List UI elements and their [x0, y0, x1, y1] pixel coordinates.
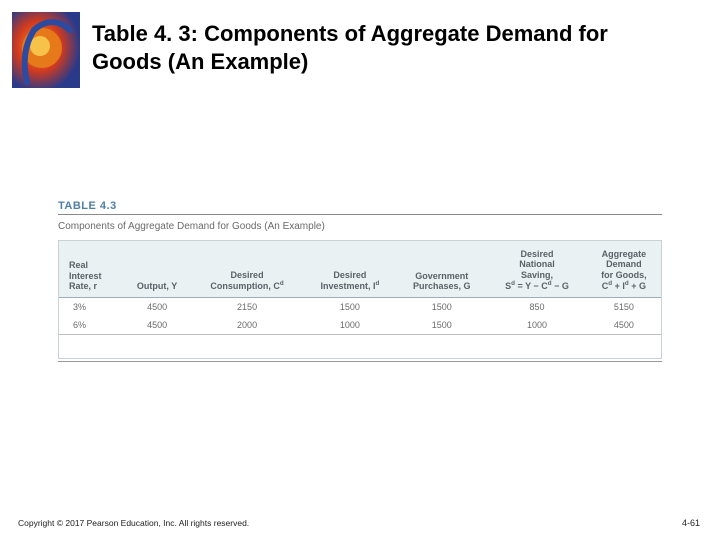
col-header-saving: DesiredNationalSaving,Sd = Y − Cd − G: [487, 247, 586, 298]
table-row: 6% 4500 2000 1000 1500 1000 4500: [59, 316, 661, 334]
cell: 2000: [191, 316, 304, 334]
cell: 2150: [191, 298, 304, 317]
data-table: RealInterestRate, r Output, Y DesiredCon…: [59, 247, 661, 334]
col-header-aggdemand: AggregateDemandfor Goods,Cd + Id + G: [587, 247, 661, 298]
cell: 4500: [587, 316, 661, 334]
slide-title: Table 4. 3: Components of Aggregate Dema…: [92, 20, 680, 75]
table-row: 3% 4500 2150 1500 1500 850 5150: [59, 298, 661, 317]
cell: 4500: [124, 298, 191, 317]
cell: 1500: [304, 298, 397, 317]
col-header-rate: RealInterestRate, r: [59, 247, 124, 298]
table-bottom-space: [59, 334, 661, 358]
col-header-output: Output, Y: [124, 247, 191, 298]
cell: 850: [487, 298, 586, 317]
cell: 3%: [59, 298, 124, 317]
table-container: TABLE 4.3 Components of Aggregate Demand…: [58, 200, 662, 362]
table-frame: RealInterestRate, r Output, Y DesiredCon…: [58, 240, 662, 359]
cell: 1500: [396, 316, 487, 334]
cell: 4500: [124, 316, 191, 334]
cell: 1500: [396, 298, 487, 317]
col-header-consumption: DesiredConsumption, Cd: [191, 247, 304, 298]
col-header-gov: GovernmentPurchases, G: [396, 247, 487, 298]
cell: 6%: [59, 316, 124, 334]
publisher-logo: [12, 12, 80, 88]
table-label: TABLE 4.3: [58, 200, 662, 212]
cell: 1000: [304, 316, 397, 334]
divider: [58, 361, 662, 362]
divider: [58, 214, 662, 215]
cell: 5150: [587, 298, 661, 317]
table-header-row: RealInterestRate, r Output, Y DesiredCon…: [59, 247, 661, 298]
copyright-text: Copyright © 2017 Pearson Education, Inc.…: [18, 518, 249, 528]
page-number: 4-61: [682, 518, 700, 528]
cell: 1000: [487, 316, 586, 334]
col-header-investment: DesiredInvestment, Id: [304, 247, 397, 298]
table-caption: Components of Aggregate Demand for Goods…: [58, 221, 662, 232]
